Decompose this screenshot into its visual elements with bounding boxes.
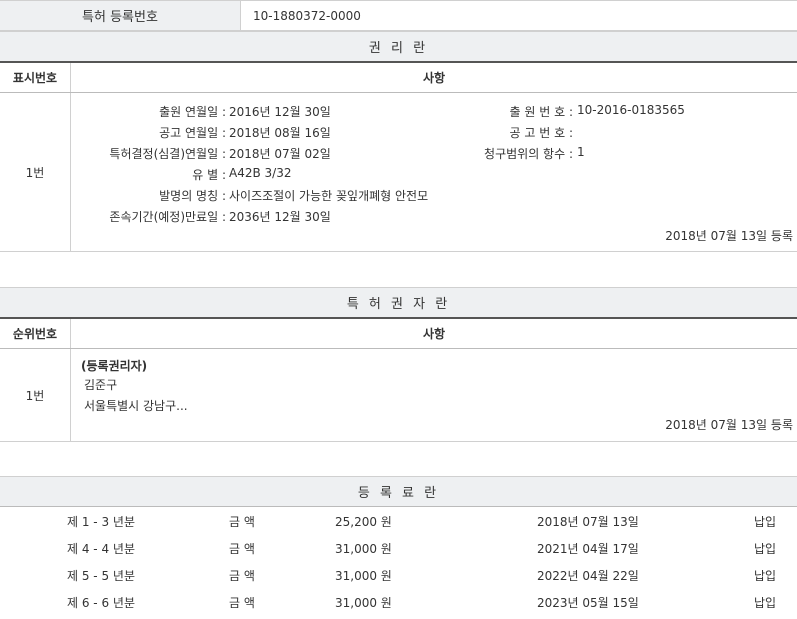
holder-row-content: (등록권리자) 김준구 서울특별시 강남구... 2018년 07월 13일 등…: [71, 349, 797, 441]
fee-amount: 25,200 원: [335, 515, 392, 529]
rights-col-matter: 사항: [422, 71, 446, 85]
field-value-claim-count: 1: [577, 145, 585, 159]
fee-amount: 31,000 원: [335, 596, 392, 610]
holder-col-index: 순위번호: [0, 319, 71, 348]
fee-amount-label: 금 액: [229, 569, 255, 583]
holder-col-matter: 사항: [422, 327, 446, 341]
field-value-filing-date: 2016년 12월 30일: [229, 105, 331, 119]
fee-status: 납입: [754, 596, 777, 610]
field-value-classification: A42B 3/32: [229, 166, 292, 180]
fee-status: 납입: [754, 515, 777, 529]
fee-amount: 31,000 원: [335, 542, 392, 556]
field-label-publication-date: 공고 연월일 :: [159, 126, 226, 140]
rights-registration-note: 2018년 07월 13일 등록: [665, 229, 793, 243]
field-label-filing-date: 출원 연월일 :: [159, 105, 226, 119]
field-value-invention-title: 사이즈조절이 가능한 꽂잎개폐형 안전모: [229, 189, 429, 203]
fee-row: 제 1 - 3 년분 금 액 25,200 원 2018년 07월 13일 납입: [0, 507, 797, 534]
fee-amount-label: 금 액: [229, 542, 255, 556]
holder-row: 1번 (등록권리자) 김준구 서울특별시 강남구... 2018년 07월 13…: [0, 349, 797, 442]
holder-registration-note: 2018년 07월 13일 등록: [665, 418, 793, 432]
rights-row-number: 1번: [0, 93, 71, 251]
registration-row: 특허 등록번호 10-1880372-0000: [0, 0, 797, 31]
fee-date: 2021년 04월 17일: [537, 542, 639, 556]
fee-amount-label: 금 액: [229, 596, 255, 610]
rights-col-index: 표시번호: [0, 63, 71, 92]
fee-amount: 31,000 원: [335, 569, 392, 583]
holder-name: 김준구: [84, 378, 118, 392]
rights-column-header: 표시번호 사항: [0, 63, 797, 93]
fee-row: 제 5 - 5 년분 금 액 31,000 원 2022년 04월 22일 납입: [0, 561, 797, 588]
field-label-expiry-date: 존속기간(예정)만료일 :: [109, 210, 226, 224]
fee-status: 납입: [754, 542, 777, 556]
holder-address: 서울특별시 강남구...: [84, 399, 188, 413]
field-label-invention-title: 발명의 명칭 :: [159, 189, 226, 203]
rights-row: 1번 출원 연월일 : 2016년 12월 30일 공고 연월일 : 2018년…: [0, 93, 797, 252]
fee-row: 제 6 - 6 년분 금 액 31,000 원 2023년 05월 15일 납입: [0, 588, 797, 615]
fee-date: 2018년 07월 13일: [537, 515, 639, 529]
fee-amount-label: 금 액: [229, 515, 255, 529]
registration-number: 10-1880372-0000: [253, 8, 361, 23]
holder-tag: (등록권리자): [81, 359, 148, 373]
fee-section-title: 등 록 료 란: [0, 476, 797, 507]
fee-row: 제 4 - 4 년분 금 액 31,000 원 2021년 04월 17일 납입: [0, 534, 797, 561]
fee-status: 납입: [754, 569, 777, 583]
field-label-decision-date: 특허결정(심결)연월일 :: [109, 147, 226, 161]
field-label-application-number: 출 원 번 호 :: [509, 105, 573, 119]
field-value-publication-date: 2018년 08월 16일: [229, 126, 331, 140]
rights-section-title: 권 리 란: [0, 31, 797, 63]
fee-period: 제 4 - 4 년분: [67, 542, 135, 556]
fee-period: 제 5 - 5 년분: [67, 569, 135, 583]
fee-period: 제 6 - 6 년분: [67, 596, 135, 610]
field-value-application-number: 10-2016-0183565: [577, 103, 685, 117]
fee-period: 제 1 - 3 년분: [67, 515, 135, 529]
fee-date: 2022년 04월 22일: [537, 569, 639, 583]
holder-row-number: 1번: [0, 349, 71, 441]
rights-row-content: 출원 연월일 : 2016년 12월 30일 공고 연월일 : 2018년 08…: [71, 93, 797, 251]
registration-label: 특허 등록번호: [0, 1, 241, 30]
field-label-publication-number: 공 고 번 호 :: [509, 126, 573, 140]
fee-date: 2023년 05월 15일: [537, 596, 639, 610]
holder-column-header: 순위번호 사항: [0, 319, 797, 349]
field-value-decision-date: 2018년 07월 02일: [229, 147, 331, 161]
field-label-classification: 유 별 :: [192, 168, 226, 182]
field-value-expiry-date: 2036년 12월 30일: [229, 210, 331, 224]
field-label-claim-count: 청구범위의 항수 :: [484, 147, 573, 161]
holder-section-title: 특 허 권 자 란: [0, 287, 797, 319]
